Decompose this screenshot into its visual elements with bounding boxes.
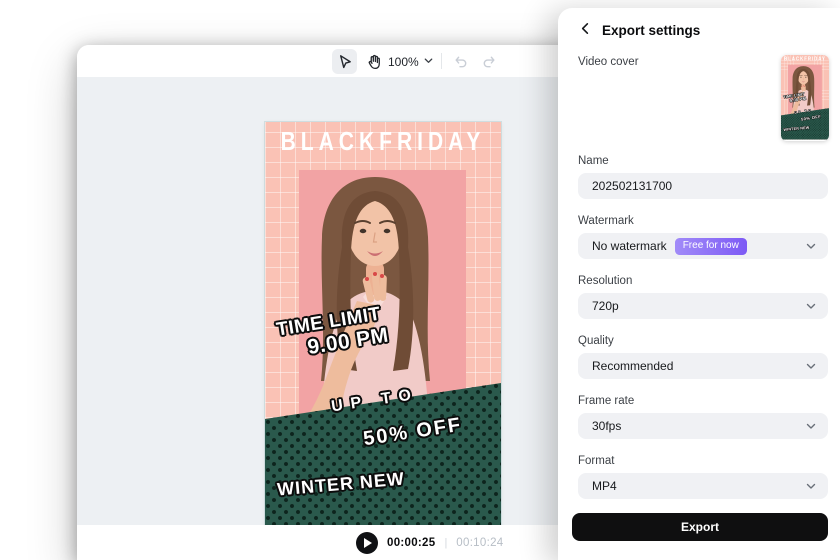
watermark-select[interactable]: No watermark Free for now [578, 233, 828, 259]
play-button[interactable] [356, 532, 378, 554]
frame-rate-label: Frame rate [578, 395, 828, 407]
quality-select[interactable]: Recommended [578, 353, 828, 379]
resolution-select[interactable]: 720p [578, 293, 828, 319]
format-select[interactable]: MP4 [578, 473, 828, 499]
resolution-value: 720p [592, 299, 619, 313]
cursor-icon [336, 53, 353, 70]
chevron-down-icon [423, 55, 434, 69]
watermark-field-group: Watermark No watermark Free for now [578, 215, 828, 259]
zoom-level: 100% [388, 55, 419, 69]
redo-icon [481, 53, 498, 70]
chevron-down-icon [805, 240, 817, 252]
frame-rate-value: 30fps [592, 419, 621, 433]
cover-thumbnail[interactable]: BLACKFRIDAY TIME LIMIT 9.00 PM UP TO 50%… [781, 55, 829, 141]
name-label: Name [578, 155, 828, 167]
chevron-down-icon [805, 360, 817, 372]
export-button[interactable]: Export [572, 513, 828, 541]
zoom-control[interactable]: 100% [388, 49, 434, 74]
quality-value: Recommended [592, 359, 673, 373]
redo-button[interactable] [477, 49, 502, 74]
select-tool-button[interactable] [332, 49, 357, 74]
back-button[interactable] [576, 22, 594, 40]
chevron-left-icon [578, 21, 593, 41]
format-value: MP4 [592, 479, 617, 493]
quality-label: Quality [578, 335, 828, 347]
format-label: Format [578, 455, 828, 467]
current-time: 00:00:25 [387, 537, 435, 549]
free-badge: Free for now [675, 238, 747, 255]
export-panel: Export settings Video cover [558, 8, 840, 560]
poster-title: BLACKFRIDAY [265, 128, 501, 157]
hand-tool-button[interactable] [361, 49, 386, 74]
poster[interactable]: BLACKFRIDAY TIME LIMIT 9.00 PM UP TO 50%… [265, 122, 501, 538]
play-icon [364, 538, 372, 548]
woman-illustration [785, 65, 822, 116]
hand-icon [365, 53, 382, 70]
watermark-label: Watermark [578, 215, 828, 227]
total-time: 00:10:24 [456, 537, 503, 549]
undo-button[interactable] [448, 49, 473, 74]
resolution-label: Resolution [578, 275, 828, 287]
toolbar-divider [441, 53, 442, 69]
frame-rate-field-group: Frame rate 30fps [578, 395, 828, 439]
resolution-field-group: Resolution 720p [578, 275, 828, 319]
chevron-down-icon [805, 480, 817, 492]
format-field-group: Format MP4 [578, 455, 828, 499]
poster-title: BLACKFRIDAY [781, 56, 829, 62]
frame-rate-select[interactable]: 30fps [578, 413, 828, 439]
name-field-group: Name 202502131700 [578, 155, 828, 199]
panel-title: Export settings [602, 23, 700, 38]
undo-icon [452, 53, 469, 70]
chevron-down-icon [805, 420, 817, 432]
name-input[interactable]: 202502131700 [578, 173, 828, 199]
cover-thumbnail-poster: BLACKFRIDAY TIME LIMIT 9.00 PM UP TO 50%… [781, 55, 829, 140]
time-separator: | [444, 537, 447, 549]
name-value: 202502131700 [592, 179, 672, 193]
chevron-down-icon [805, 300, 817, 312]
video-cover-label: Video cover [578, 56, 639, 68]
app: 100% [0, 0, 840, 560]
watermark-value: No watermark [592, 239, 667, 253]
quality-field-group: Quality Recommended [578, 335, 828, 379]
woman-illustration [285, 172, 465, 424]
